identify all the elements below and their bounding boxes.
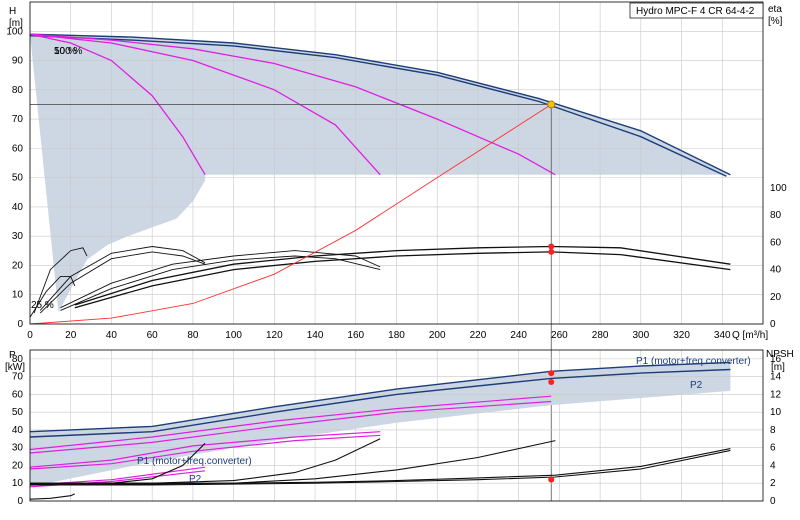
bottom-ylabel-right-1: [m] bbox=[771, 362, 785, 373]
xtick-11: 220 bbox=[470, 330, 487, 341]
annotation-p2-upper: P2 bbox=[690, 380, 703, 391]
top-ytick-left-0: 0 bbox=[17, 319, 23, 330]
xtick-5: 100 bbox=[225, 330, 242, 341]
xtick-7: 140 bbox=[307, 330, 324, 341]
xtick-2: 40 bbox=[106, 330, 118, 341]
xtick-16: 320 bbox=[673, 330, 690, 341]
top-ylabel-right-0: eta bbox=[768, 4, 782, 15]
bottom-ylabel-right-0: NPSH bbox=[766, 349, 794, 360]
bottom-ytick-left-0: 0 bbox=[17, 496, 23, 507]
duty-point-marker bbox=[547, 100, 556, 109]
bottom-ytick-left-5: 50 bbox=[12, 407, 24, 418]
bottom-duty-point-0 bbox=[548, 370, 555, 377]
top-ytick-right-2: 40 bbox=[770, 265, 782, 276]
xtick-17: 340 bbox=[714, 330, 731, 341]
annotation-p1-upper: P1 (motor+freq.converter) bbox=[636, 356, 751, 367]
bottom-ytick-right-3: 6 bbox=[770, 443, 776, 454]
bottom-ytick-right-4: 8 bbox=[770, 425, 776, 436]
pump-performance-chart: 0 10 20 30 40 50 60 70 80 90 100 0 20 40 60 80 100 0 20 40 6… bbox=[0, 0, 800, 520]
xtick-4: 80 bbox=[187, 330, 199, 341]
bottom-duty-point-2 bbox=[548, 476, 555, 483]
top-ytick-left-6: 60 bbox=[12, 143, 24, 154]
bottom-ytick-right-1: 2 bbox=[770, 478, 776, 489]
eff-duty-point-0 bbox=[548, 243, 555, 250]
bottom-ytick-left-6: 60 bbox=[12, 389, 24, 400]
x-axis-label: Q [m³/h] bbox=[732, 330, 768, 341]
top-ytick-right-4: 80 bbox=[770, 210, 782, 221]
top-ytick-right-1: 20 bbox=[770, 292, 782, 303]
speed-label-25: 25 % bbox=[31, 300, 54, 311]
top-ytick-left-5: 50 bbox=[12, 173, 24, 184]
top-ytick-left-8: 80 bbox=[12, 85, 24, 96]
top-ytick-right-3: 60 bbox=[770, 237, 782, 248]
top-ytick-right-5: 100 bbox=[770, 183, 787, 194]
chart-svg: 01020304050607080901000204060801000 20 40 6… bbox=[5, 1, 794, 507]
bottom-ytick-right-7: 14 bbox=[770, 372, 782, 383]
xtick-13: 260 bbox=[551, 330, 568, 341]
bottom-ytick-left-4: 40 bbox=[12, 425, 24, 436]
bottom-ylabel-left-1: [kW] bbox=[5, 362, 25, 373]
bottom-ytick-right-5: 10 bbox=[770, 407, 782, 418]
top-ytick-left-4: 40 bbox=[12, 202, 24, 213]
xtick-6: 120 bbox=[266, 330, 283, 341]
top-ytick-left-3: 30 bbox=[12, 231, 24, 242]
bottom-ytick-left-1: 10 bbox=[12, 478, 24, 489]
top-ytick-left-2: 20 bbox=[12, 260, 24, 271]
xtick-12: 240 bbox=[510, 330, 527, 341]
bottom-ytick-left-7: 70 bbox=[12, 372, 24, 383]
eff-duty-point-1 bbox=[548, 248, 555, 255]
top-ylabel-left-1: [m] bbox=[9, 18, 23, 29]
top-ytick-left-9: 90 bbox=[12, 56, 24, 67]
annotation-p1-lower: P1 (motor+freq.converter) bbox=[137, 456, 252, 467]
bottom-ytick-right-0: 0 bbox=[770, 496, 776, 507]
xtick-14: 280 bbox=[592, 330, 609, 341]
bottom-ytick-left-2: 20 bbox=[12, 460, 24, 471]
xtick-9: 180 bbox=[388, 330, 405, 341]
npsh-curve-5 bbox=[29, 493, 76, 500]
bottom-ytick-right-2: 4 bbox=[770, 460, 776, 471]
xtick-8: 160 bbox=[347, 330, 364, 341]
bottom-ylabel-left-0: P bbox=[9, 350, 16, 361]
bottom-ytick-right-6: 12 bbox=[770, 389, 782, 400]
top-ylabel-right-1: [%] bbox=[768, 16, 783, 27]
top-ytick-left-7: 70 bbox=[12, 114, 24, 125]
xtick-1: 20 bbox=[65, 330, 77, 341]
xtick-10: 200 bbox=[429, 330, 446, 341]
chart-title: Hydro MPC-F 4 CR 64-4-2 bbox=[636, 6, 755, 17]
xtick-15: 300 bbox=[632, 330, 649, 341]
top-ytick-left-1: 10 bbox=[12, 290, 24, 301]
power-npsh-panel: 010203040506070800246810121416 bbox=[12, 349, 782, 507]
xtick-3: 60 bbox=[147, 330, 159, 341]
annotation-p2-lower: P2 bbox=[189, 474, 202, 485]
eff-region-background bbox=[205, 174, 763, 324]
top-ylabel-left-0: H bbox=[9, 6, 16, 17]
top-ytick-right-0: 0 bbox=[770, 319, 776, 330]
speed-label-50: 50 % bbox=[54, 46, 77, 57]
xtick-0: 0 bbox=[27, 330, 33, 341]
bottom-duty-point-1 bbox=[548, 378, 555, 385]
bottom-ytick-left-3: 30 bbox=[12, 443, 24, 454]
